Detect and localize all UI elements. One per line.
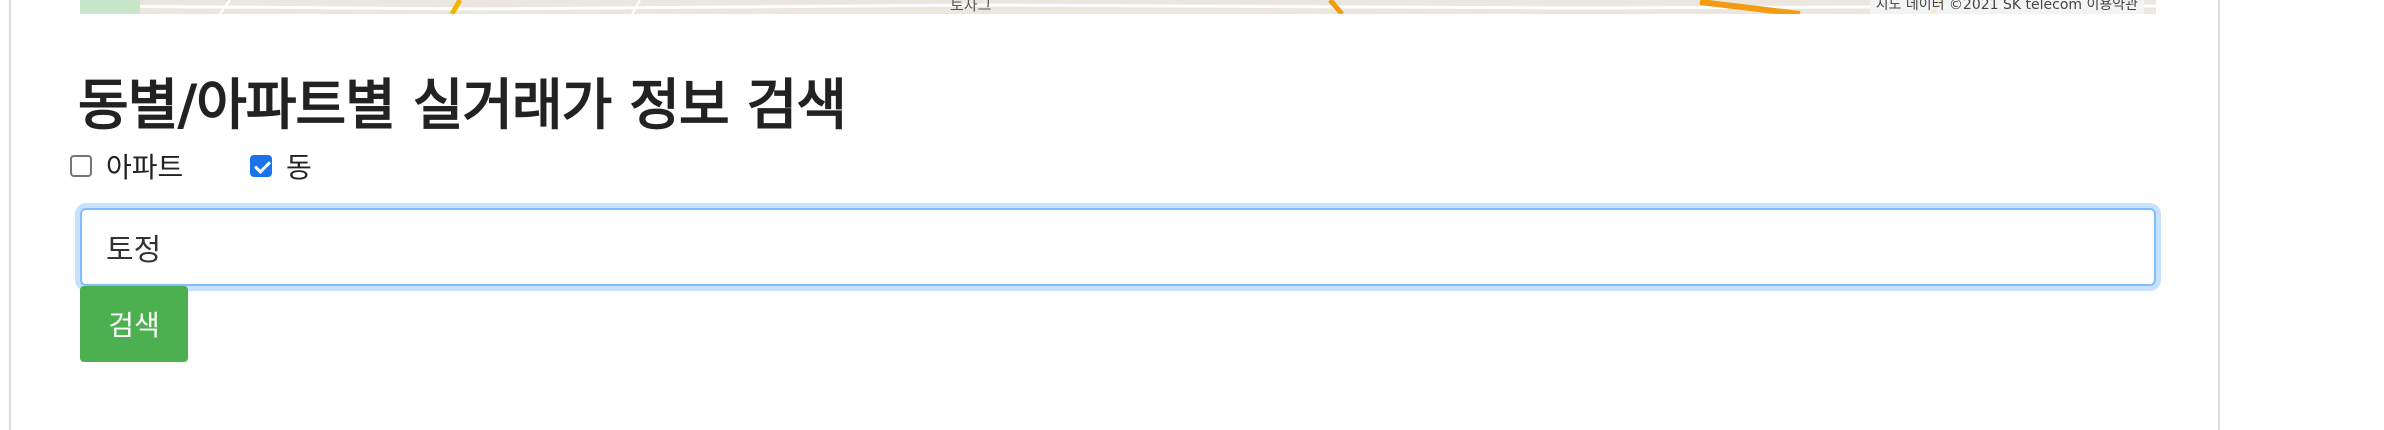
dong-filter[interactable]: 동 bbox=[250, 146, 312, 186]
apartment-filter[interactable]: 아파트 bbox=[70, 146, 183, 186]
map-attribution[interactable]: 지도 데이터 ©2021 SK telecom 이용약관 bbox=[1869, 0, 2144, 14]
apartment-checkbox-label: 아파트 bbox=[106, 151, 184, 184]
dong-checkbox[interactable] bbox=[250, 155, 272, 177]
map-place-label: 토자그 bbox=[950, 0, 992, 14]
page: 토자그 지도 데이터 ©2021 SK telecom 이용약관 동별/아파트별… bbox=[0, 0, 2384, 430]
page-title: 동별/아파트별 실거래가 정보 검색 bbox=[78, 73, 847, 137]
map-roads bbox=[80, 0, 2156, 14]
search-button[interactable]: 검색 bbox=[80, 286, 188, 362]
dong-checkbox-label: 동 bbox=[286, 151, 312, 184]
apartment-checkbox[interactable] bbox=[70, 155, 92, 177]
map-view[interactable]: 토자그 지도 데이터 ©2021 SK telecom 이용약관 bbox=[80, 0, 2156, 14]
search-input[interactable] bbox=[80, 208, 2156, 286]
